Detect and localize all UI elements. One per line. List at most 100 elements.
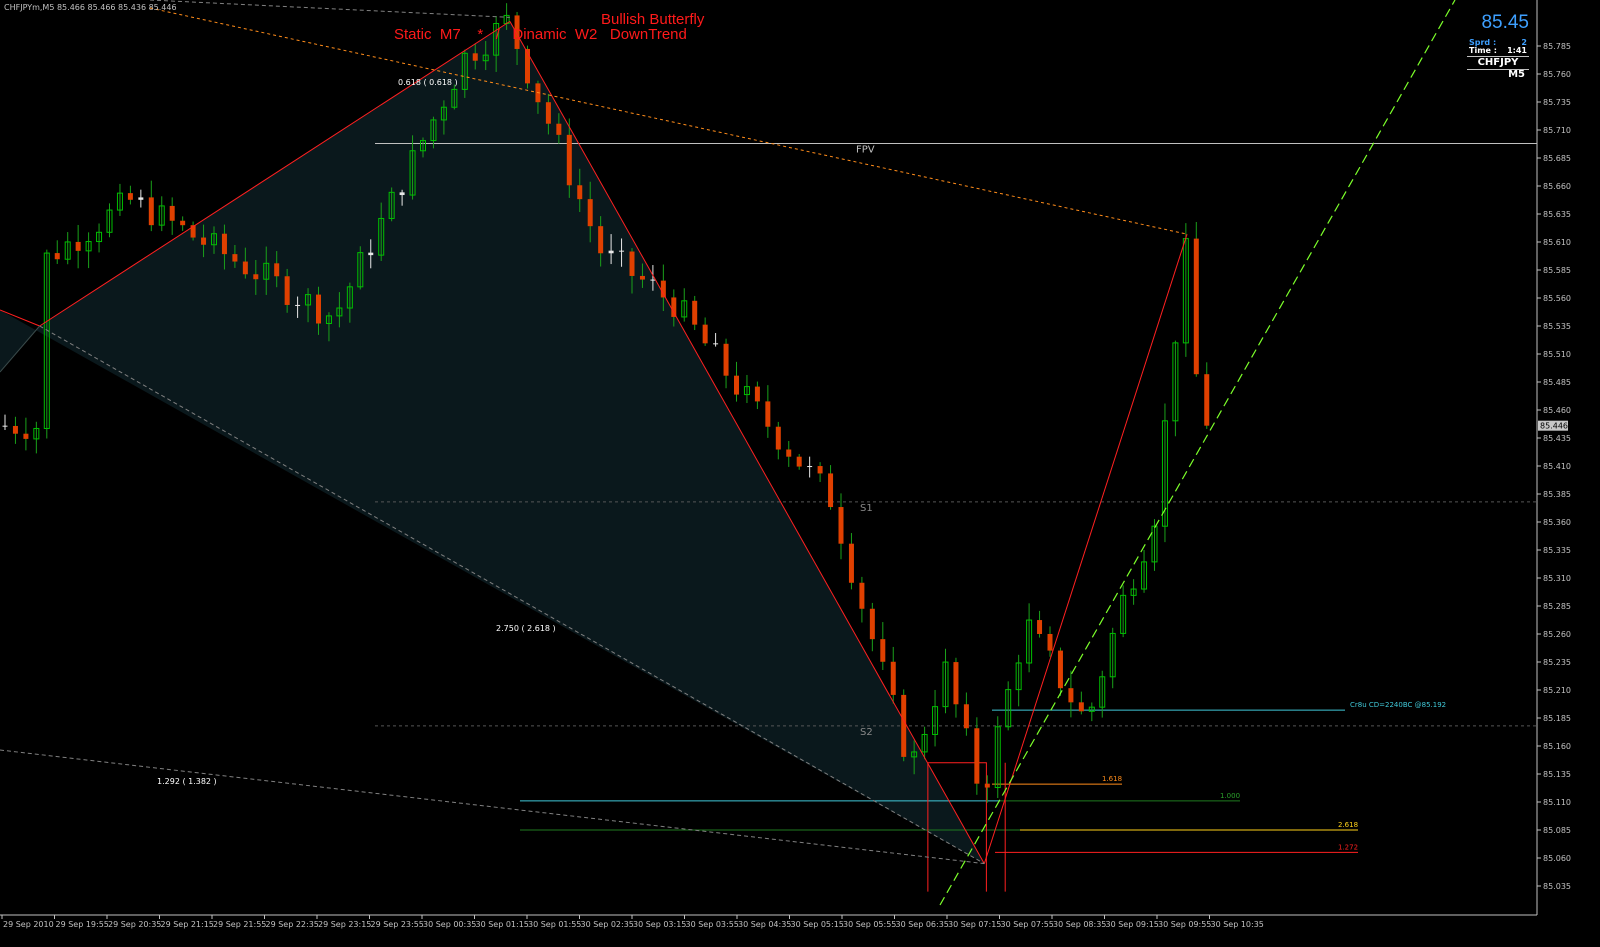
panel-timeframe: M5 bbox=[1508, 69, 1525, 80]
y-tick-label: 85.135 bbox=[1543, 770, 1571, 779]
candle-body bbox=[953, 662, 959, 705]
y-tick-label: 85.510 bbox=[1543, 350, 1571, 359]
current-price-display: 85.45 bbox=[1481, 12, 1529, 33]
symbol-header: CHFJPYm,M5 85.466 85.466 85.436 85.446 bbox=[4, 3, 177, 12]
candle-body bbox=[1193, 238, 1199, 375]
candle-body bbox=[692, 300, 698, 325]
x-tick-label: 30 Sep 09:55 bbox=[1158, 920, 1211, 929]
candle-body bbox=[148, 197, 154, 226]
y-tick-label: 85.385 bbox=[1543, 490, 1571, 499]
x-tick-label: 29 Sep 20:35 bbox=[108, 920, 161, 929]
x-tick-label: 30 Sep 01:15 bbox=[476, 920, 529, 929]
y-tick-label: 85.235 bbox=[1543, 658, 1571, 667]
candle-body bbox=[660, 280, 666, 298]
candle-body bbox=[253, 274, 259, 280]
y-tick-label: 85.110 bbox=[1543, 798, 1571, 807]
level-label: Cr8u CD=2240BC @85.192 bbox=[1350, 701, 1446, 709]
y-tick-label: 85.635 bbox=[1543, 210, 1571, 219]
x-tick-label: 30 Sep 05:55 bbox=[843, 920, 896, 929]
level-label: 1.272 bbox=[1338, 843, 1358, 851]
x-tick-label: 30 Sep 08:35 bbox=[1053, 920, 1106, 929]
candle-body bbox=[284, 276, 290, 305]
ratio-label: 0.618 ( 0.618 ) bbox=[398, 78, 458, 87]
candle-body bbox=[786, 449, 792, 457]
x-tick-label: 29 Sep 19:55 bbox=[56, 920, 109, 929]
candle-body bbox=[201, 237, 207, 245]
y-tick-label: 85.260 bbox=[1543, 630, 1571, 639]
y-tick-label: 85.610 bbox=[1543, 238, 1571, 247]
candle-body bbox=[974, 728, 980, 784]
candle-body bbox=[2, 425, 8, 427]
y-tick-label: 85.060 bbox=[1543, 854, 1571, 863]
candle-body bbox=[54, 253, 60, 260]
candle-body bbox=[127, 193, 133, 200]
x-tick-label: 30 Sep 00:35 bbox=[423, 920, 476, 929]
level-label: S1 bbox=[860, 503, 873, 514]
candle-body bbox=[671, 297, 677, 317]
axes: 85.785 85.760 85.735 85.710 85.685 85.660 85.6… bbox=[0, 0, 1571, 929]
x-tick-label: 30 Sep 03:15 bbox=[633, 920, 686, 929]
ratio-label: 1.292 ( 1.382 ) bbox=[157, 777, 217, 786]
x-tick-label: 29 Sep 2010 bbox=[3, 920, 54, 929]
candle-body bbox=[587, 199, 593, 227]
pattern-subtitle: Static M7 * / Dinamic W2 DownTrend bbox=[394, 26, 687, 43]
candle-body bbox=[242, 261, 248, 275]
candle-body bbox=[556, 123, 562, 135]
x-tick-label: 30 Sep 02:35 bbox=[581, 920, 634, 929]
x-tick-label: 29 Sep 23:55 bbox=[371, 920, 424, 929]
price-chart[interactable]: FPV S1 S2 Cr8u CD=2240BC @85.192 1.618 1.000 2… bbox=[0, 0, 1600, 947]
y-tick-label: 85.285 bbox=[1543, 602, 1571, 611]
y-tick-label: 85.685 bbox=[1543, 154, 1571, 163]
x-tick-label: 30 Sep 05:15 bbox=[791, 920, 844, 929]
candle-body bbox=[399, 192, 405, 196]
candle-body bbox=[796, 456, 802, 467]
ratio-guide-top bbox=[149, 0, 510, 18]
candle-body bbox=[316, 294, 321, 324]
x-tick-label: 30 Sep 07:55 bbox=[1001, 920, 1054, 929]
candle-body bbox=[838, 507, 844, 544]
y-tick-label: 85.760 bbox=[1543, 70, 1571, 79]
level-label: 1.618 bbox=[1102, 775, 1122, 783]
y-tick-label: 85.785 bbox=[1543, 42, 1571, 51]
candle-body bbox=[754, 386, 760, 402]
y-tick-label: 85.160 bbox=[1543, 742, 1571, 751]
candle-body bbox=[608, 250, 614, 254]
y-tick-label: 85.535 bbox=[1543, 322, 1571, 331]
candle-body bbox=[598, 226, 604, 254]
level-label: 2.618 bbox=[1338, 821, 1358, 829]
x-tick-label: 30 Sep 03:55 bbox=[686, 920, 739, 929]
candle-body bbox=[901, 694, 907, 757]
y-tick-label: 85.435 bbox=[1543, 434, 1571, 443]
y-tick-label: 85.035 bbox=[1543, 882, 1571, 891]
candle-body bbox=[525, 48, 530, 84]
candle-body bbox=[702, 324, 708, 344]
x-tick-label: 29 Sep 21:15 bbox=[161, 920, 214, 929]
candle-body bbox=[639, 275, 645, 280]
x-tick-label: 30 Sep 10:35 bbox=[1211, 920, 1264, 929]
y-tick-label: 85.485 bbox=[1543, 378, 1571, 387]
panel-symbol: CHFJPY bbox=[1477, 57, 1519, 68]
y-tick-label: 85.210 bbox=[1543, 686, 1571, 695]
candle-body bbox=[1068, 688, 1074, 703]
candle-body bbox=[629, 251, 635, 276]
candle-body bbox=[828, 473, 834, 508]
y-tick-label: 85.335 bbox=[1543, 546, 1571, 555]
price-panel: 85.45 Sprd : 2 Time : 1:41 CHFJPY M5 bbox=[1467, 10, 1529, 80]
candle-body bbox=[577, 185, 583, 200]
candle-body bbox=[545, 102, 551, 124]
candle-body bbox=[1057, 650, 1063, 689]
y-tick-label: 85.560 bbox=[1543, 294, 1571, 303]
candle-body bbox=[807, 466, 813, 468]
x-tick-label: 29 Sep 21:55 bbox=[213, 920, 266, 929]
y-tick-label: 85.185 bbox=[1543, 714, 1571, 723]
x-tick-label: 29 Sep 23:15 bbox=[318, 920, 371, 929]
candle-body bbox=[221, 233, 227, 255]
x-tick-label: 30 Sep 04:35 bbox=[738, 920, 791, 929]
candle-body bbox=[169, 205, 175, 221]
x-tick-label: 30 Sep 01:55 bbox=[528, 920, 581, 929]
candle-body bbox=[817, 466, 823, 474]
candle-body bbox=[619, 250, 625, 252]
candle-body bbox=[723, 343, 729, 376]
level-label: 1.000 bbox=[1220, 792, 1240, 800]
candle-body bbox=[859, 582, 865, 609]
